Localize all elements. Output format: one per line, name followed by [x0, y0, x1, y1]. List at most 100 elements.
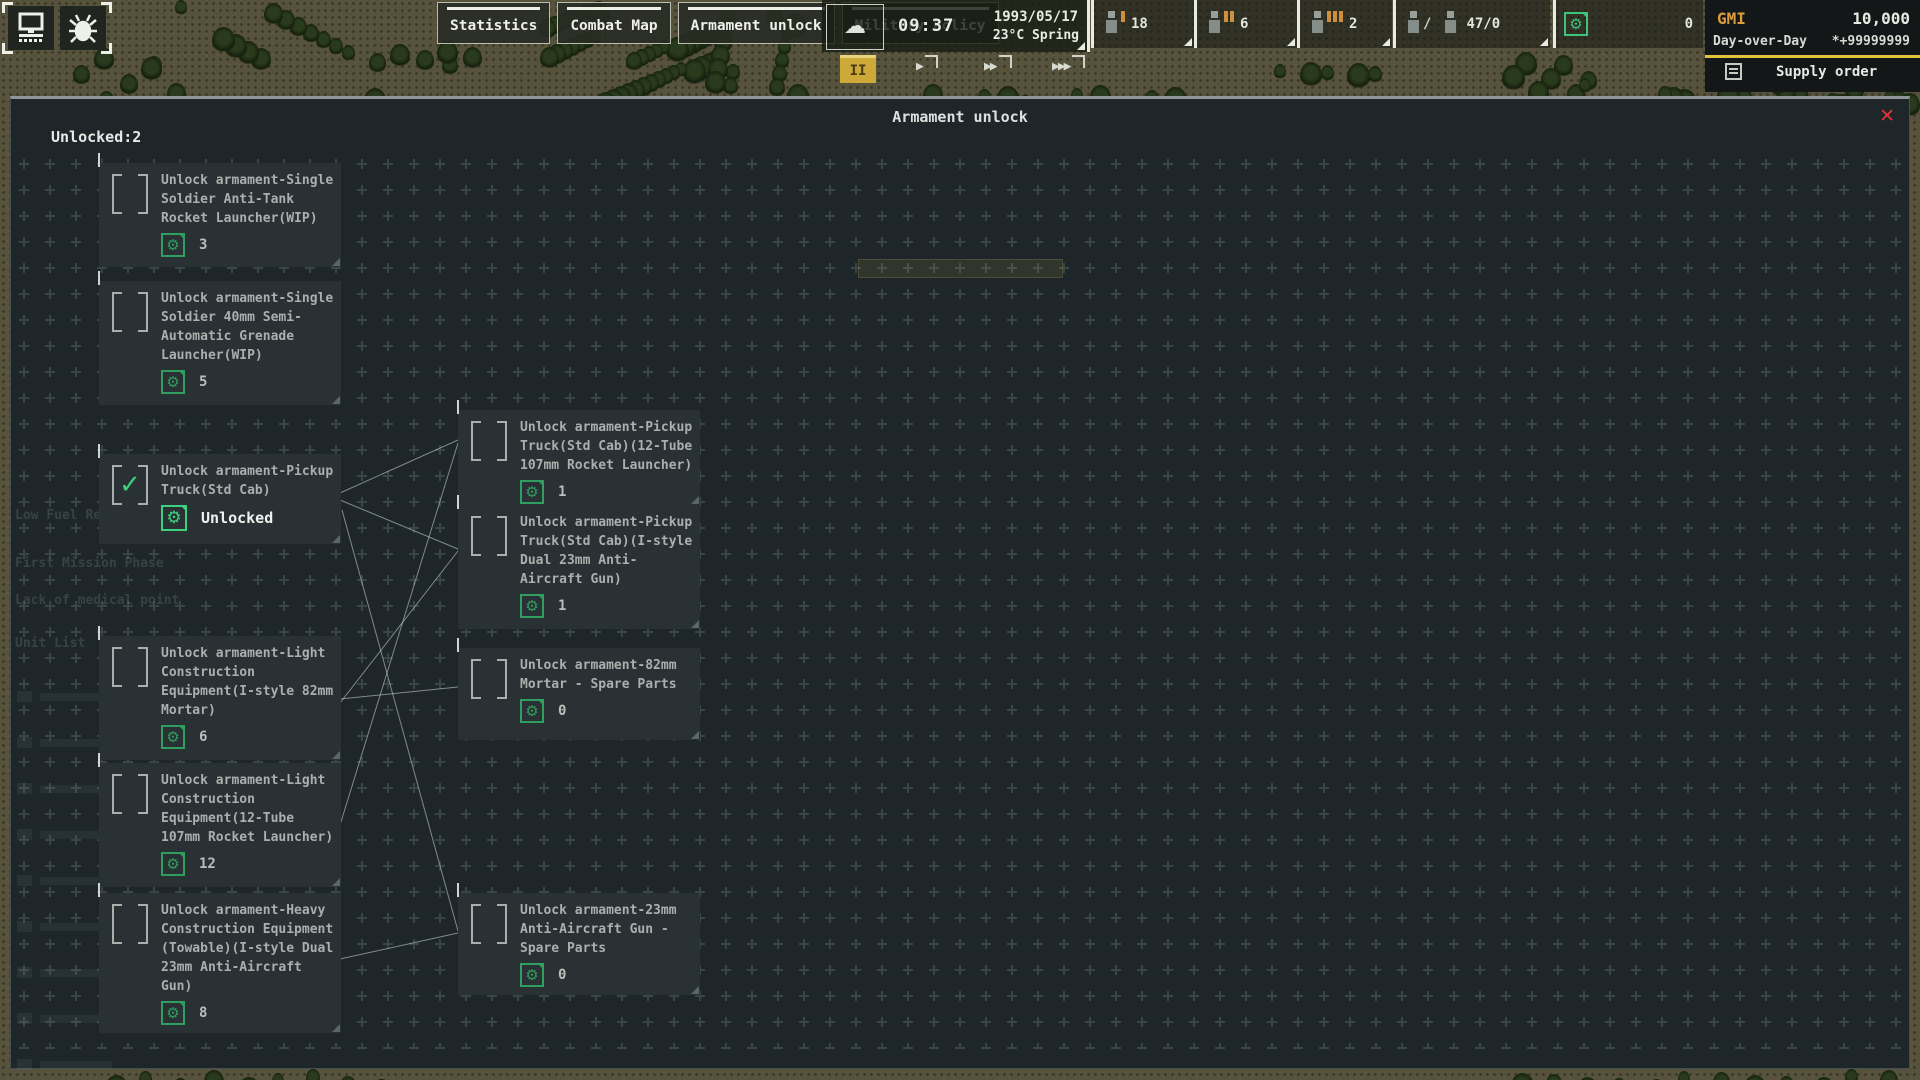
tree-blob	[769, 78, 785, 98]
tech-node[interactable]: Unlock armament-Pickup Truck(Std Cab)(12…	[458, 410, 700, 505]
economy-panel: GMI 10,000 Day-over-Day *+99999999 Suppl…	[1705, 0, 1920, 92]
day-over-day-label: Day-over-Day	[1713, 34, 1807, 49]
tech-node[interactable]: Unlock armament-Light Construction Equip…	[99, 763, 341, 887]
supply-order-button[interactable]: Supply order	[1705, 58, 1920, 80]
weather-button[interactable]: ☁	[826, 4, 884, 50]
unit-counter-tier-II[interactable]: 6	[1194, 0, 1297, 48]
unlocked-status-label: Unlocked	[201, 509, 273, 527]
tree-blob	[342, 45, 355, 62]
resize-corner-icon	[332, 396, 340, 404]
soldier-icon	[1104, 11, 1119, 38]
resize-corner-icon	[691, 986, 699, 994]
unlock-points-value: 0	[1685, 16, 1693, 32]
node-body: Unlock armament-Heavy Construction Equip…	[161, 893, 341, 1029]
unit-counter-tier-I[interactable]: 18	[1091, 0, 1194, 48]
armament-unlock-panel: Low Fuel ReservesFirst Mission PhaseLack…	[10, 96, 1910, 1069]
soldier-icon	[1207, 11, 1222, 38]
computer-icon	[16, 12, 46, 44]
unlock-count: 0	[558, 703, 566, 719]
node-tick	[457, 400, 459, 414]
nav-button-combat-map[interactable]: Combat Map	[557, 2, 670, 44]
tech-node[interactable]: ✓ Unlock armament-Pickup Truck(Std Cab) ⚙U…	[99, 454, 341, 544]
nav-button-statistics[interactable]: Statistics	[437, 2, 550, 44]
nav-button-armament-unlock[interactable]: Armament unlock	[678, 2, 835, 44]
node-body: Unlock armament-Pickup Truck(Std Cab)(I-…	[520, 505, 700, 622]
tree-blob	[105, 1075, 128, 1080]
tech-node[interactable]: Unlock armament-Heavy Construction Equip…	[99, 893, 341, 1033]
unit-counter-tier-III[interactable]: 2	[1297, 0, 1392, 48]
checkbox-icon	[112, 174, 148, 214]
time-display: 09:37	[898, 16, 954, 36]
pause-button[interactable]: II	[840, 55, 876, 83]
tree-blob	[1300, 62, 1322, 88]
play-button[interactable]: ▶	[912, 57, 926, 76]
resize-corner-icon	[332, 258, 340, 266]
tech-node[interactable]: Unlock armament-Light Construction Equip…	[99, 636, 341, 760]
cell-corner-icon	[1184, 38, 1192, 46]
node-title: Unlock armament-Light Construction Equip…	[161, 644, 339, 720]
tree-blob	[1678, 1071, 1690, 1080]
fast-forward-button[interactable]: ▶▶	[980, 57, 1000, 76]
tech-node[interactable]: Unlock armament-82mm Mortar - Spare Part…	[458, 648, 700, 740]
node-status-row: ⚙0	[520, 963, 696, 987]
node-title: Unlock armament-23mm Anti-Aircraft Gun -…	[520, 901, 698, 958]
node-title: Unlock armament-Pickup Truck(Std Cab)(12…	[520, 418, 698, 475]
tree-blob	[175, 0, 187, 16]
unit-count-value: 18	[1131, 16, 1148, 32]
supply-order-label: Supply order	[1776, 64, 1877, 80]
unit-count-value: 6	[1240, 16, 1248, 32]
tree-blob	[463, 47, 482, 70]
node-status-row: ⚙5	[161, 370, 337, 394]
tree-blob	[1744, 1075, 1766, 1080]
resize-corner-icon	[332, 751, 340, 759]
tree-blob	[540, 47, 559, 70]
checkbox-icon	[112, 904, 148, 944]
armed-soldier-icon	[1406, 11, 1421, 38]
node-tick	[98, 626, 100, 640]
reserve-soldier-icon	[1443, 11, 1458, 38]
tier-II-marks	[1224, 11, 1234, 22]
tree-blob	[1880, 1070, 1898, 1080]
tree-blob	[329, 38, 343, 56]
tree-blob	[141, 57, 162, 82]
tree-blob	[626, 52, 642, 72]
node-title: Unlock armament-Pickup Truck(Std Cab)	[161, 462, 339, 500]
deployment-counter[interactable]: / 47/0	[1393, 0, 1550, 48]
cell-corner-icon	[1287, 38, 1295, 46]
unlock-count: 1	[558, 484, 566, 500]
node-status-row: ⚙6	[161, 725, 337, 749]
tech-node[interactable]: Unlock armament-Pickup Truck(Std Cab)(I-…	[458, 505, 700, 629]
tree-blob	[212, 27, 235, 54]
node-body: Unlock armament-Single Soldier Anti-Tank…	[161, 163, 341, 261]
node-title: Unlock armament-Light Construction Equip…	[161, 771, 339, 847]
unlock-points-counter[interactable]: ⚙ 0	[1553, 0, 1703, 48]
tree-blob	[1713, 1072, 1730, 1080]
node-tick	[98, 271, 100, 285]
close-button[interactable]: ✕	[1879, 105, 1895, 127]
unlock-count: 12	[199, 856, 216, 872]
checkbox-checked-icon: ✓	[112, 465, 148, 505]
tree-blob	[705, 71, 726, 96]
tree-blob	[1321, 65, 1334, 82]
unlocked-count-label: Unlocked:2	[51, 128, 141, 146]
date-display: 1993/05/17	[993, 9, 1079, 25]
node-status-row: ⚙8	[161, 1001, 337, 1025]
debug-menu-button[interactable]	[60, 6, 106, 50]
node-tick	[457, 883, 459, 897]
tree-blob	[204, 1070, 224, 1080]
system-menu-button[interactable]	[8, 6, 54, 50]
node-body: Unlock armament-Pickup Truck(Std Cab)(12…	[520, 410, 700, 508]
node-tick	[98, 153, 100, 167]
tree-blob	[1546, 1074, 1562, 1080]
fastest-forward-button[interactable]: ▶▶▶	[1048, 57, 1073, 76]
tech-node[interactable]: Unlock armament-Single Soldier Anti-Tank…	[99, 163, 341, 267]
tree-blob	[1779, 1076, 1794, 1080]
cell-corner-icon	[1077, 42, 1085, 50]
tech-node[interactable]: Unlock armament-23mm Anti-Aircraft Gun -…	[458, 893, 700, 995]
node-title: Unlock armament-82mm Mortar - Spare Part…	[520, 656, 698, 694]
node-status-row: ⚙Unlocked	[161, 505, 337, 531]
tree-blob	[437, 41, 458, 66]
unlock-count: 0	[558, 967, 566, 983]
checkbox-icon	[471, 516, 507, 556]
tech-node[interactable]: Unlock armament-Single Soldier 40mm Semi…	[99, 281, 341, 405]
